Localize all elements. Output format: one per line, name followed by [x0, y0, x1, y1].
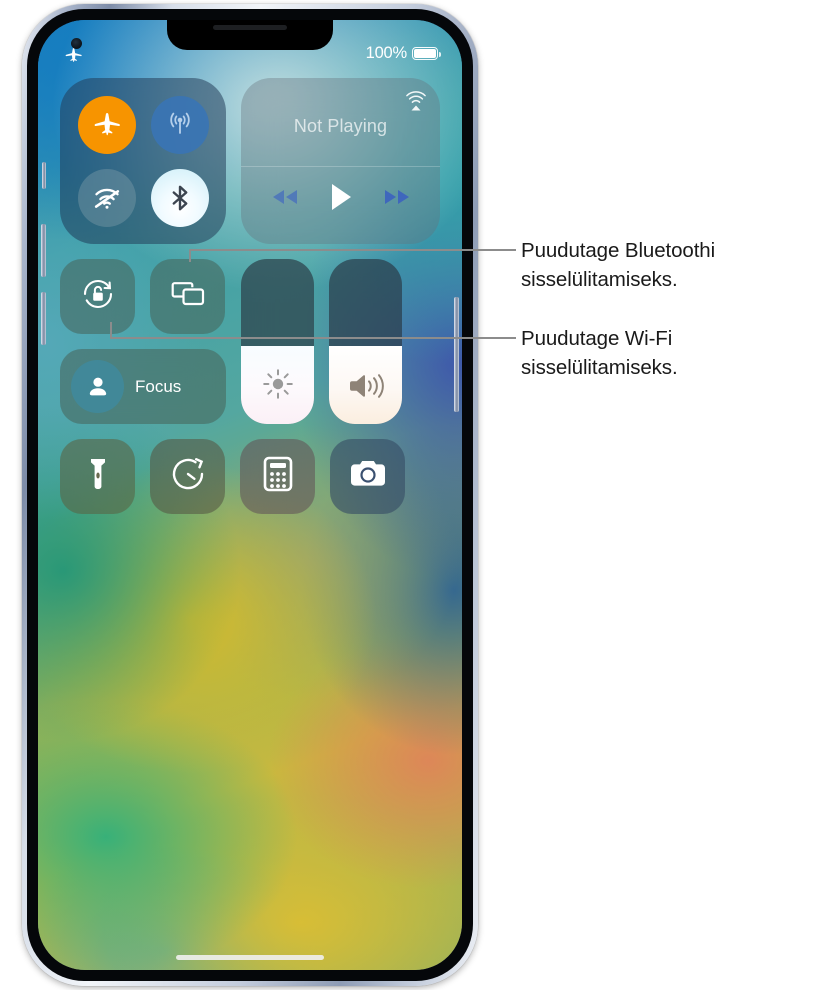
- person-icon: [71, 360, 124, 413]
- media-title: Not Playing: [293, 116, 388, 136]
- home-indicator[interactable]: [176, 955, 324, 960]
- media-module[interactable]: Not Playing: [241, 78, 440, 244]
- control-center-row-bottom: [60, 439, 440, 514]
- brightness-icon: [241, 367, 314, 401]
- phone-screen: 100% Not Playing Focus: [38, 20, 462, 970]
- flashlight-icon: [82, 456, 114, 497]
- tiles-left-group: Focus: [60, 259, 226, 424]
- control-center: Not Playing Focus: [38, 78, 462, 514]
- airplane-mode-button[interactable]: [77, 95, 136, 154]
- bluetooth-callout-text: Puudutage Bluetoothi sisselülitamiseks.: [521, 239, 716, 291]
- bluetooth-button[interactable]: [150, 168, 209, 227]
- front-camera-icon: [71, 38, 82, 49]
- media-divider: [241, 166, 440, 167]
- control-center-row-top: Not Playing: [60, 78, 440, 244]
- play-button[interactable]: [329, 183, 353, 211]
- tiles-left-top: [60, 259, 226, 334]
- phone-frame: 100% Not Playing Focus: [22, 4, 478, 986]
- camera-icon: [349, 458, 387, 495]
- rewind-button[interactable]: [270, 188, 300, 206]
- focus-label: Focus: [135, 376, 182, 396]
- screen-mirroring-tile[interactable]: [150, 259, 225, 334]
- fast-forward-button[interactable]: [382, 188, 412, 206]
- rotation-lock-tile[interactable]: [60, 259, 135, 334]
- airplay-icon[interactable]: [404, 88, 428, 117]
- volume-icon: [329, 371, 402, 401]
- speaker-grille-icon: [213, 25, 287, 30]
- calculator-tile[interactable]: [240, 439, 315, 514]
- control-center-row-middle: Focus: [60, 259, 440, 424]
- volume-slider[interactable]: [329, 259, 402, 424]
- phone-bezel: 100% Not Playing Focus: [27, 9, 473, 981]
- rotation-lock-icon: [79, 275, 117, 318]
- cellular-data-button[interactable]: [150, 95, 209, 154]
- connectivity-module[interactable]: [60, 78, 226, 244]
- wifi-callout-text: Puudutage Wi-Fi sisselülitamiseks.: [521, 327, 678, 379]
- flashlight-tile[interactable]: [60, 439, 135, 514]
- timer-tile[interactable]: [150, 439, 225, 514]
- camera-tile[interactable]: [330, 439, 405, 514]
- timer-icon: [170, 456, 206, 497]
- calculator-icon: [263, 456, 293, 497]
- wifi-button[interactable]: [77, 168, 136, 227]
- brightness-slider[interactable]: [241, 259, 314, 424]
- screen-mirroring-icon: [169, 278, 207, 315]
- focus-tile[interactable]: Focus: [60, 349, 226, 424]
- media-controls: [241, 183, 440, 211]
